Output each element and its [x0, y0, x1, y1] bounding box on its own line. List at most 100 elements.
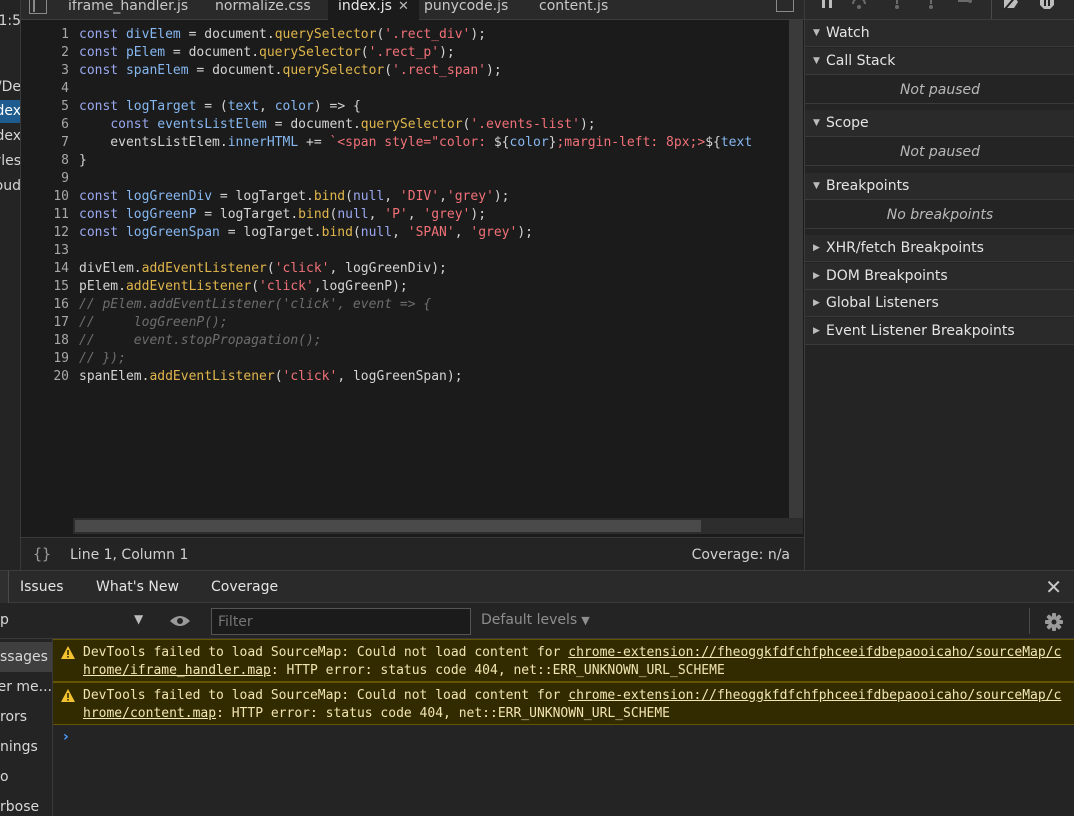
tab-punycode[interactable]: punycode.js: [424, 0, 508, 20]
close-tab-icon[interactable]: ✕: [398, 0, 409, 14]
file-tree-item-selected[interactable]: index: [0, 100, 20, 123]
code-line: const pElem = document.querySelector('.r…: [79, 45, 455, 60]
code-line: const eventsListElem = document.querySel…: [110, 117, 596, 132]
code-line: // logGreenP();: [79, 315, 228, 330]
tab-iframe-handler[interactable]: iframe_handler.js: [68, 0, 188, 20]
line-number[interactable]: 2: [29, 44, 69, 62]
expanded-triangle-icon: ▼: [813, 181, 820, 191]
section-call-stack[interactable]: ▼ Call Stack: [805, 48, 1074, 75]
warning-text: DevTools failed to load SourceMap: Could…: [83, 645, 1062, 678]
step-over-icon[interactable]: [851, 0, 867, 10]
toolbar-divider: [991, 0, 992, 19]
toggle-debugger-icon[interactable]: [776, 0, 794, 12]
line-number[interactable]: 10: [29, 188, 69, 206]
drawer-tab-bar: Issues What's New Coverage ✕: [0, 570, 1074, 604]
tab-normalize[interactable]: normalize.css: [215, 0, 311, 20]
section-scope[interactable]: ▼ Scope: [805, 110, 1074, 137]
tab-index-active[interactable]: index.js ✕: [328, 0, 419, 20]
vertical-scrollbar[interactable]: [789, 20, 803, 520]
dropdown-arrow-icon[interactable]: ▼: [134, 612, 143, 626]
code-line: // event.stopPropagation();: [79, 333, 322, 348]
line-number[interactable]: 20: [29, 368, 69, 386]
context-selector[interactable]: p: [0, 612, 9, 628]
console-filter-info[interactable]: o: [0, 762, 52, 792]
tab-console[interactable]: [0, 571, 9, 604]
warning-text: DevTools failed to load SourceMap: Could…: [83, 688, 1062, 721]
line-number[interactable]: 19: [29, 350, 69, 368]
pause-icon[interactable]: [819, 0, 835, 10]
console-prompt-icon[interactable]: ›: [63, 729, 69, 745]
gear-icon[interactable]: [1044, 612, 1064, 632]
section-dom-breakpoints[interactable]: ▶ DOM Breakpoints: [805, 263, 1074, 290]
horizontal-scrollbar-thumb[interactable]: [75, 520, 701, 532]
step-icon[interactable]: [957, 0, 973, 10]
file-tree-item[interactable]: 0.1:5: [0, 10, 20, 33]
section-xhr-breakpoints[interactable]: ▶ XHR/fetch Breakpoints: [805, 235, 1074, 262]
line-number[interactable]: 3: [29, 62, 69, 80]
code-line: const logGreenSpan = logTarget.bind(null…: [79, 225, 533, 240]
line-number[interactable]: 7: [29, 134, 69, 152]
log-levels-dropdown[interactable]: Default levels ▼: [481, 612, 590, 628]
coverage-status[interactable]: Coverage: n/a: [692, 547, 790, 563]
step-into-icon[interactable]: [889, 0, 905, 10]
horizontal-scrollbar[interactable]: [73, 518, 803, 534]
step-out-icon[interactable]: [923, 0, 939, 10]
eye-icon[interactable]: [169, 614, 191, 628]
log-levels-label: Default levels: [481, 612, 578, 628]
console-messages: DevTools failed to load SourceMap: Could…: [53, 639, 1074, 816]
console-warning-message: DevTools failed to load SourceMap: Could…: [53, 639, 1074, 682]
line-number[interactable]: 5: [29, 98, 69, 116]
code-line: spanElem.addEventListener('click', logGr…: [79, 369, 463, 384]
section-event-listener-breakpoints[interactable]: ▶ Event Listener Breakpoints: [805, 318, 1074, 345]
line-number[interactable]: 12: [29, 224, 69, 242]
line-number[interactable]: 11: [29, 206, 69, 224]
console-sidebar: ssages er me... rors nings o rbose: [0, 639, 53, 816]
console-filter-verbose[interactable]: rbose: [0, 792, 52, 816]
section-breakpoints[interactable]: ▼ Breakpoints: [805, 173, 1074, 200]
call-stack-status: Not paused: [805, 76, 1074, 104]
tab-whats-new[interactable]: What's New: [96, 579, 179, 595]
section-watch[interactable]: ▼ Watch: [805, 20, 1074, 47]
file-tree-item[interactable]: cloud: [0, 175, 20, 198]
line-number[interactable]: 8: [29, 152, 69, 170]
line-number-gutter[interactable]: 1 2 3 4 5 6 7 8 9 10 11 12 13 14 15 16 17 18 19 20: [21, 20, 73, 537]
code-line: pElem.addEventListener('click',logGreenP…: [79, 279, 408, 294]
line-number[interactable]: 18: [29, 332, 69, 350]
code-line: const logTarget = (text, color) => {: [79, 99, 361, 114]
code-line: divElem.addEventListener('click', logGre…: [79, 261, 447, 276]
console-filter-messages[interactable]: ssages: [0, 642, 52, 672]
pause-on-exceptions-icon[interactable]: [1039, 0, 1055, 10]
file-tree-item[interactable]: index: [0, 125, 20, 148]
code-line: eventsListElem.innerHTML += `<span style…: [79, 135, 753, 150]
line-number[interactable]: 4: [29, 80, 69, 98]
file-tree-item[interactable]: styles: [0, 150, 20, 173]
line-number[interactable]: 16: [29, 296, 69, 314]
line-number[interactable]: 14: [29, 260, 69, 278]
console-toolbar: p ▼ Default levels▼: [0, 603, 1074, 639]
close-drawer-icon[interactable]: ✕: [1045, 575, 1062, 599]
line-number[interactable]: 9: [29, 170, 69, 188]
tab-issues[interactable]: Issues: [20, 579, 64, 595]
editor-status-bar: {} Line 1, Column 1 Coverage: n/a: [21, 537, 804, 570]
filter-input[interactable]: [211, 608, 471, 635]
line-number[interactable]: 15: [29, 278, 69, 296]
section-global-listeners[interactable]: ▶ Global Listeners: [805, 290, 1074, 317]
line-number[interactable]: 1: [29, 26, 69, 44]
code-area[interactable]: const divElem = document.querySelector('…: [79, 20, 787, 520]
code-editor[interactable]: 1 2 3 4 5 6 7 8 9 10 11 12 13 14 15 16 17 18 19 20 const di…: [21, 20, 804, 537]
console-filter-warnings[interactable]: nings: [0, 732, 52, 762]
deactivate-breakpoints-icon[interactable]: [1003, 0, 1019, 10]
file-tree-item[interactable]: l/De: [0, 76, 20, 99]
line-number[interactable]: 13: [29, 242, 69, 260]
debugger-sidebar: ▼ Watch ▼ Call Stack Not paused ▼ Scope Not…: [804, 0, 1074, 570]
line-number[interactable]: 6: [29, 116, 69, 134]
pretty-print-icon[interactable]: {}: [33, 545, 51, 563]
tab-coverage[interactable]: Coverage: [211, 579, 278, 595]
toggle-navigator-icon[interactable]: [29, 0, 47, 14]
line-number[interactable]: 17: [29, 314, 69, 332]
tab-content[interactable]: content.js: [539, 0, 608, 20]
console-warning-message: DevTools failed to load SourceMap: Could…: [53, 682, 1074, 725]
console-filter-user-messages[interactable]: er me...: [0, 672, 52, 702]
code-line: // pElem.addEventListener('click', event…: [79, 297, 432, 312]
console-filter-errors[interactable]: rors: [0, 702, 52, 732]
